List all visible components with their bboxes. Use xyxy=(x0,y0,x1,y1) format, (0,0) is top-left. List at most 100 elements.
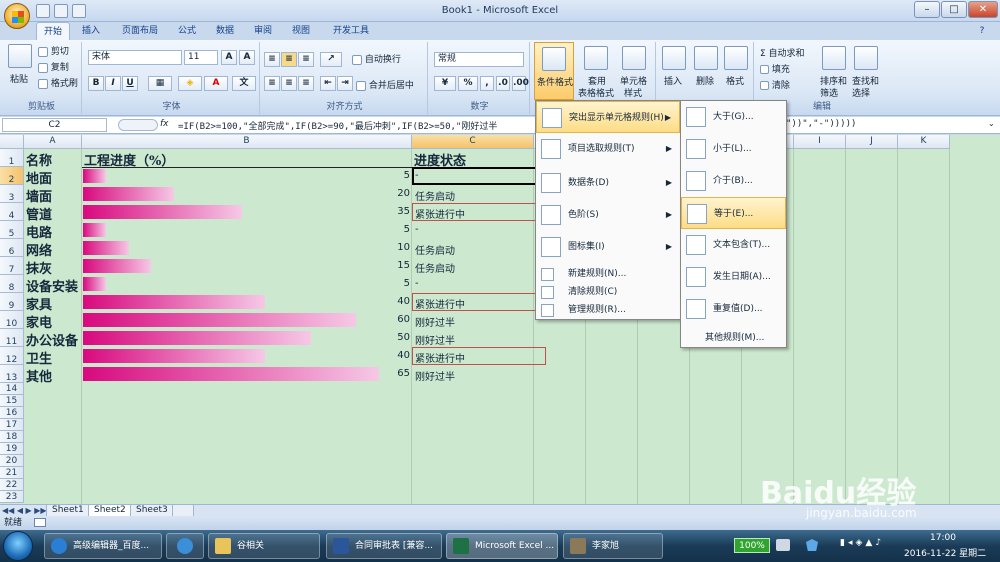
font-name-select[interactable]: 宋体 xyxy=(88,50,182,65)
merge-center-button[interactable]: 合并后居中 xyxy=(356,78,414,91)
format-cells-label[interactable]: 格式 xyxy=(726,74,744,87)
bold-button[interactable]: B xyxy=(88,76,104,91)
cell-progress-value[interactable]: 65 xyxy=(82,368,410,379)
row-header[interactable]: 22 xyxy=(0,479,24,491)
tab-page-layout[interactable]: 页面布局 xyxy=(114,22,166,40)
row-header[interactable]: 13 xyxy=(0,365,24,383)
tab-developer[interactable]: 开发工具 xyxy=(326,22,376,40)
shrink-font-button[interactable]: A xyxy=(239,50,255,65)
delete-cells-label[interactable]: 删除 xyxy=(696,74,714,87)
column-header-a[interactable]: A xyxy=(24,135,82,149)
close-button[interactable]: ✕ xyxy=(968,1,998,18)
column-header-k[interactable]: K xyxy=(898,135,950,149)
cell-name[interactable]: 其他 xyxy=(26,366,52,385)
active-cell[interactable] xyxy=(412,167,546,185)
taskbar-item-image[interactable]: 李家旭 xyxy=(563,533,663,559)
insert-cells-label[interactable]: 插入 xyxy=(664,74,682,87)
cell-name[interactable]: 抹灰 xyxy=(26,258,52,277)
paste-button[interactable]: 粘贴 xyxy=(10,72,28,85)
taskbar-ie[interactable] xyxy=(166,533,204,559)
cell-progress-value[interactable]: 20 xyxy=(82,188,410,199)
cell-status[interactable]: 任务启动 xyxy=(415,242,455,257)
row-header[interactable]: 2 xyxy=(0,167,24,185)
taskbar-item-folder[interactable]: 谷相关 xyxy=(208,533,320,559)
formula-toggle[interactable] xyxy=(118,119,158,131)
expand-formula-icon[interactable]: ⌄ xyxy=(988,119,995,128)
start-button[interactable] xyxy=(3,531,33,561)
align-right-icon[interactable]: ≡ xyxy=(298,76,314,91)
menu-item-data-bars[interactable]: 数据条(D) ▶ xyxy=(536,167,680,199)
decrease-indent-icon[interactable]: ⇤ xyxy=(320,76,336,91)
cell-progress-value[interactable]: 40 xyxy=(82,296,410,307)
tab-insert[interactable]: 插入 xyxy=(74,22,108,40)
comma-icon[interactable]: , xyxy=(480,76,494,91)
cell-name[interactable]: 家具 xyxy=(26,294,52,313)
percent-icon[interactable]: % xyxy=(458,76,478,91)
cell-name[interactable]: 网络 xyxy=(26,240,52,259)
italic-button[interactable]: I xyxy=(105,76,121,91)
cell-progress-value[interactable]: 10 xyxy=(82,242,410,253)
fill-button[interactable]: 填充 xyxy=(760,62,790,75)
format-cells-icon[interactable] xyxy=(724,46,748,70)
insert-cells-icon[interactable] xyxy=(662,46,686,70)
cell-status[interactable]: - xyxy=(415,278,419,289)
conditional-format-button[interactable]: 条件格式 xyxy=(534,42,574,100)
cell-progress-value[interactable]: 5 xyxy=(82,170,410,181)
fill-color-icon[interactable]: ◈ xyxy=(178,76,202,91)
align-bottom-icon[interactable]: ≡ xyxy=(298,52,314,67)
row-header[interactable]: 9 xyxy=(0,293,24,311)
cell-name[interactable]: 电路 xyxy=(26,222,52,241)
row-header[interactable]: 16 xyxy=(0,407,24,419)
tab-review[interactable]: 审阅 xyxy=(246,22,280,40)
column-header-b[interactable]: B xyxy=(82,135,412,149)
taskbar-item-editor[interactable]: 高级编辑器_百度... xyxy=(44,533,162,559)
align-middle-icon[interactable]: ≡ xyxy=(281,52,297,67)
sort-filter-label2[interactable]: 筛选 xyxy=(820,86,838,99)
cell-name[interactable]: 地面 xyxy=(26,168,52,187)
column-header-c[interactable]: C xyxy=(412,135,534,149)
tab-formulas[interactable]: 公式 xyxy=(170,22,204,40)
decrease-decimal-icon[interactable]: .00 xyxy=(512,76,529,91)
clock-date[interactable]: 2016-11-22 星期二 xyxy=(904,546,986,559)
cell-progress-value[interactable]: 5 xyxy=(82,278,410,289)
menu-item-icon-sets[interactable]: 图标集(I) ▶ xyxy=(536,231,680,263)
cell-progress-value[interactable]: 60 xyxy=(82,314,410,325)
cell-status[interactable]: 刚好过半 xyxy=(415,368,455,383)
font-color-icon[interactable]: A xyxy=(204,76,228,91)
cell-name[interactable]: 家电 xyxy=(26,312,52,331)
menu-item-manage-rules[interactable]: 管理规则(R)... xyxy=(536,301,680,319)
row-header[interactable]: 20 xyxy=(0,455,24,467)
row-header[interactable]: 1 xyxy=(0,149,24,167)
sort-filter-icon[interactable] xyxy=(822,46,846,70)
cell-name[interactable]: 卫生 xyxy=(26,348,52,367)
battery-indicator[interactable]: 100% xyxy=(734,538,770,553)
submenu-item-date-occurring[interactable]: 发生日期(A)... xyxy=(681,261,786,293)
row-header[interactable]: 18 xyxy=(0,431,24,443)
align-left-icon[interactable]: ≡ xyxy=(264,76,280,91)
row-header[interactable]: 6 xyxy=(0,239,24,257)
border-icon[interactable]: ▦ xyxy=(148,76,172,91)
office-button[interactable] xyxy=(4,3,30,29)
header-name[interactable]: 名称 xyxy=(26,150,52,169)
phonetic-icon[interactable]: 文 xyxy=(232,76,256,91)
find-select-icon[interactable] xyxy=(854,46,878,70)
tray-icons[interactable]: ▮◂◈▲♪ xyxy=(840,538,900,548)
row-header[interactable]: 5 xyxy=(0,221,24,239)
clock-time[interactable]: 17:00 xyxy=(930,533,956,543)
help-icon[interactable]: ? xyxy=(968,22,996,40)
sheet-nav-arrows[interactable]: ◀◀ ◀ ▶ ▶▶ xyxy=(2,506,47,515)
row-header[interactable]: 10 xyxy=(0,311,24,329)
row-header[interactable]: 14 xyxy=(0,383,24,395)
increase-decimal-icon[interactable]: .0 xyxy=(496,76,510,91)
macro-record-icon[interactable] xyxy=(34,518,46,527)
column-header-i[interactable]: I xyxy=(794,135,846,149)
minimize-button[interactable]: – xyxy=(914,1,940,18)
cell-name[interactable]: 管道 xyxy=(26,204,52,223)
undo-icon[interactable] xyxy=(54,4,68,18)
orientation-icon[interactable]: ↗ xyxy=(320,52,342,67)
format-painter-button[interactable]: 格式刷 xyxy=(38,76,78,89)
autosum-button[interactable]: Σ 自动求和 xyxy=(760,46,805,59)
spreadsheet-grid[interactable]: ABCDEFGHIJK12345678910111213141516171819… xyxy=(0,135,1000,504)
cell-name[interactable]: 设备安装 xyxy=(26,276,78,295)
maximize-button[interactable]: □ xyxy=(941,1,967,18)
